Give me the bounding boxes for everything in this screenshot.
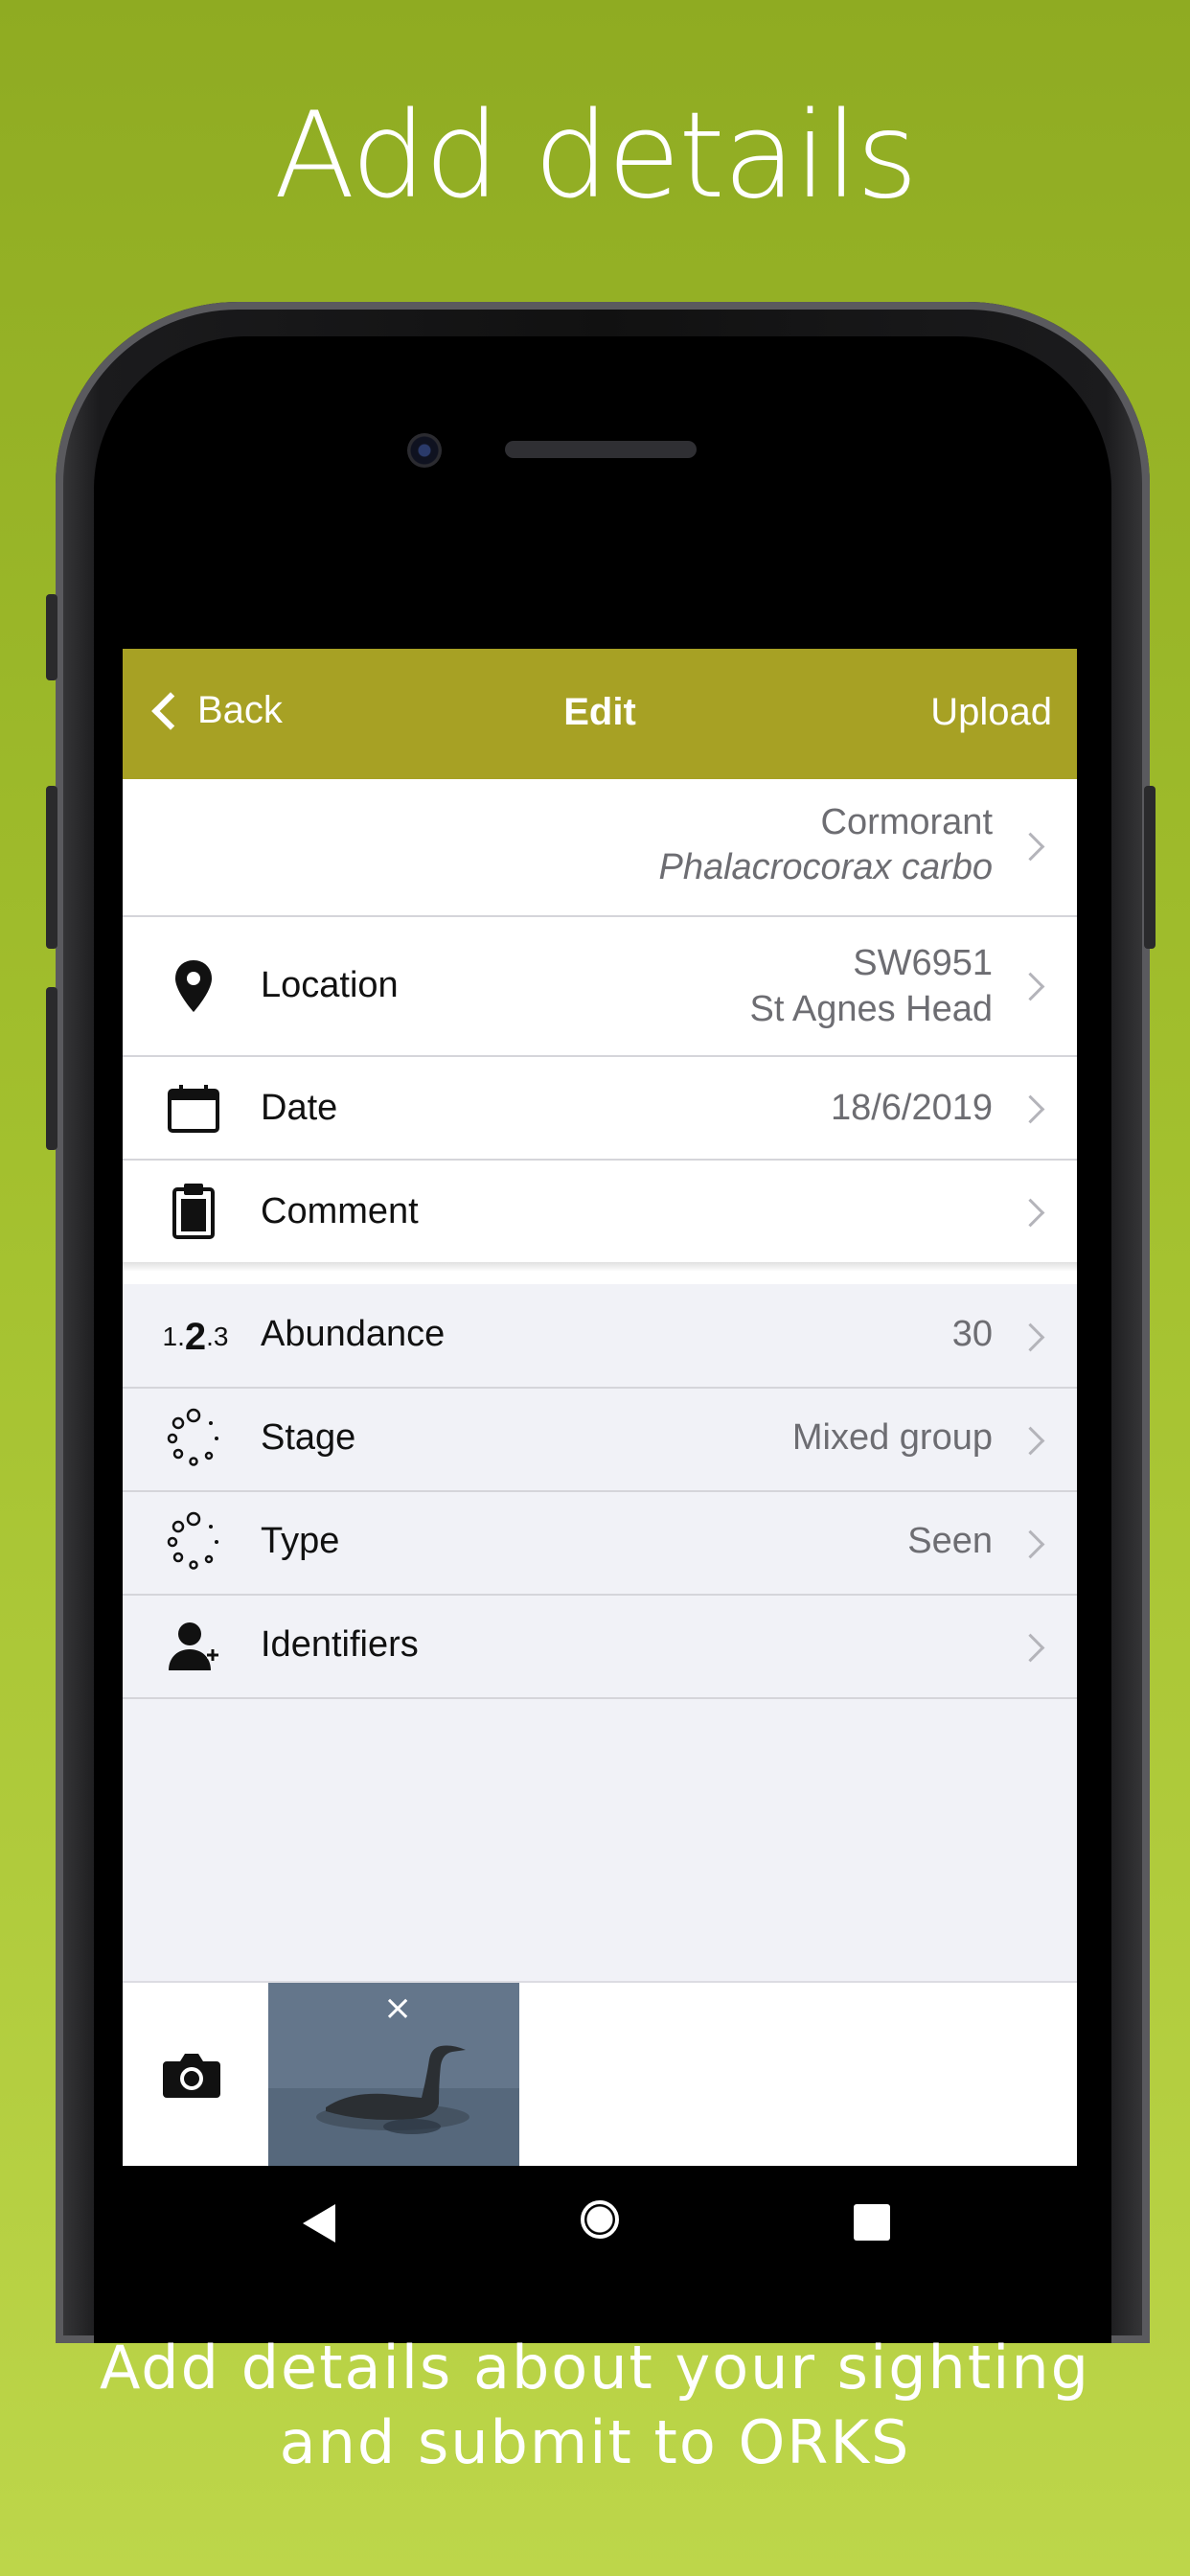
section-shadow	[123, 1262, 1077, 1272]
remove-photo-button[interactable]: ×	[383, 1989, 412, 2028]
promo-caption: Add details about your sighting and subm…	[0, 2331, 1190, 2480]
chevron-right-icon	[1016, 1198, 1045, 1228]
chevron-right-icon	[1016, 1322, 1045, 1352]
chevron-right-icon	[1016, 1426, 1045, 1456]
date-row[interactable]: Date 18/6/2019	[123, 1057, 1077, 1161]
home-circle-icon[interactable]	[581, 2200, 619, 2239]
chevron-right-icon	[1016, 832, 1045, 862]
volume-up-button	[46, 786, 57, 949]
type-row[interactable]: Type Seen	[123, 1492, 1077, 1596]
attributes-section: 1. 2.3 Abundance 30 Stage Mixed group Typ…	[123, 1285, 1077, 1707]
power-button	[1144, 786, 1156, 949]
volume-down-button	[46, 987, 57, 1150]
stage-label: Stage	[261, 1417, 356, 1458]
record-core-section: Cormorant Phalacrocorax carbo Location S…	[123, 779, 1077, 1284]
location-label: Location	[261, 965, 399, 1005]
abundance-row[interactable]: 1. 2.3 Abundance 30	[123, 1285, 1077, 1389]
photo-bar: ×	[123, 1981, 1077, 2166]
back-triangle-icon[interactable]	[303, 2204, 335, 2242]
comment-label: Comment	[261, 1191, 419, 1231]
chevron-right-icon	[1016, 1094, 1045, 1124]
clipboard-icon	[165, 1182, 222, 1239]
type-label: Type	[261, 1521, 340, 1561]
promo-headline: Add details	[273, 87, 919, 225]
comment-row[interactable]: Comment	[123, 1161, 1077, 1262]
number-icon: 1. 2.3	[162, 1315, 229, 1358]
identifiers-label: Identifiers	[261, 1624, 419, 1665]
camera-icon[interactable]	[161, 2052, 222, 2104]
chevron-right-icon	[1016, 1530, 1045, 1559]
location-pin-icon	[165, 957, 222, 1015]
recents-square-icon[interactable]	[854, 2204, 890, 2241]
chevron-right-icon	[1016, 1633, 1045, 1663]
dots-circle-icon	[165, 1511, 222, 1571]
abundance-label: Abundance	[261, 1314, 446, 1354]
species-latin-name: Phalacrocorax carbo	[658, 847, 993, 887]
person-add-icon	[165, 1617, 222, 1674]
dots-circle-icon	[165, 1408, 222, 1467]
location-name: St Agnes Head	[749, 989, 993, 1029]
identifiers-row[interactable]: Identifiers	[123, 1596, 1077, 1699]
front-camera	[407, 433, 442, 468]
caption-line-2: and submit to ORKS	[279, 2407, 911, 2477]
stage-row[interactable]: Stage Mixed group	[123, 1389, 1077, 1492]
earpiece-speaker	[505, 441, 697, 458]
date-value: 18/6/2019	[830, 1088, 993, 1128]
navigation-bar: Back Edit Upload	[123, 649, 1077, 779]
calendar-icon	[165, 1080, 222, 1138]
abundance-value: 30	[951, 1314, 993, 1354]
chevron-right-icon	[1016, 972, 1045, 1001]
system-navigation-bar	[123, 2166, 1077, 2281]
type-value: Seen	[907, 1521, 993, 1561]
species-row[interactable]: Cormorant Phalacrocorax carbo	[123, 779, 1077, 917]
location-grid-ref: SW6951	[853, 943, 993, 983]
upload-button[interactable]: Upload	[930, 691, 1052, 734]
app-screen: Back Edit Upload Cormorant Phalacrocorax…	[123, 649, 1077, 2166]
caption-line-1: Add details about your sighting	[99, 2333, 1091, 2403]
date-label: Date	[261, 1088, 338, 1128]
species-common-name: Cormorant	[820, 802, 994, 842]
location-row[interactable]: Location SW6951 St Agnes Head	[123, 917, 1077, 1057]
photo-thumbnail[interactable]: ×	[268, 1983, 519, 2166]
stage-value: Mixed group	[791, 1417, 993, 1458]
mute-switch	[46, 594, 57, 680]
